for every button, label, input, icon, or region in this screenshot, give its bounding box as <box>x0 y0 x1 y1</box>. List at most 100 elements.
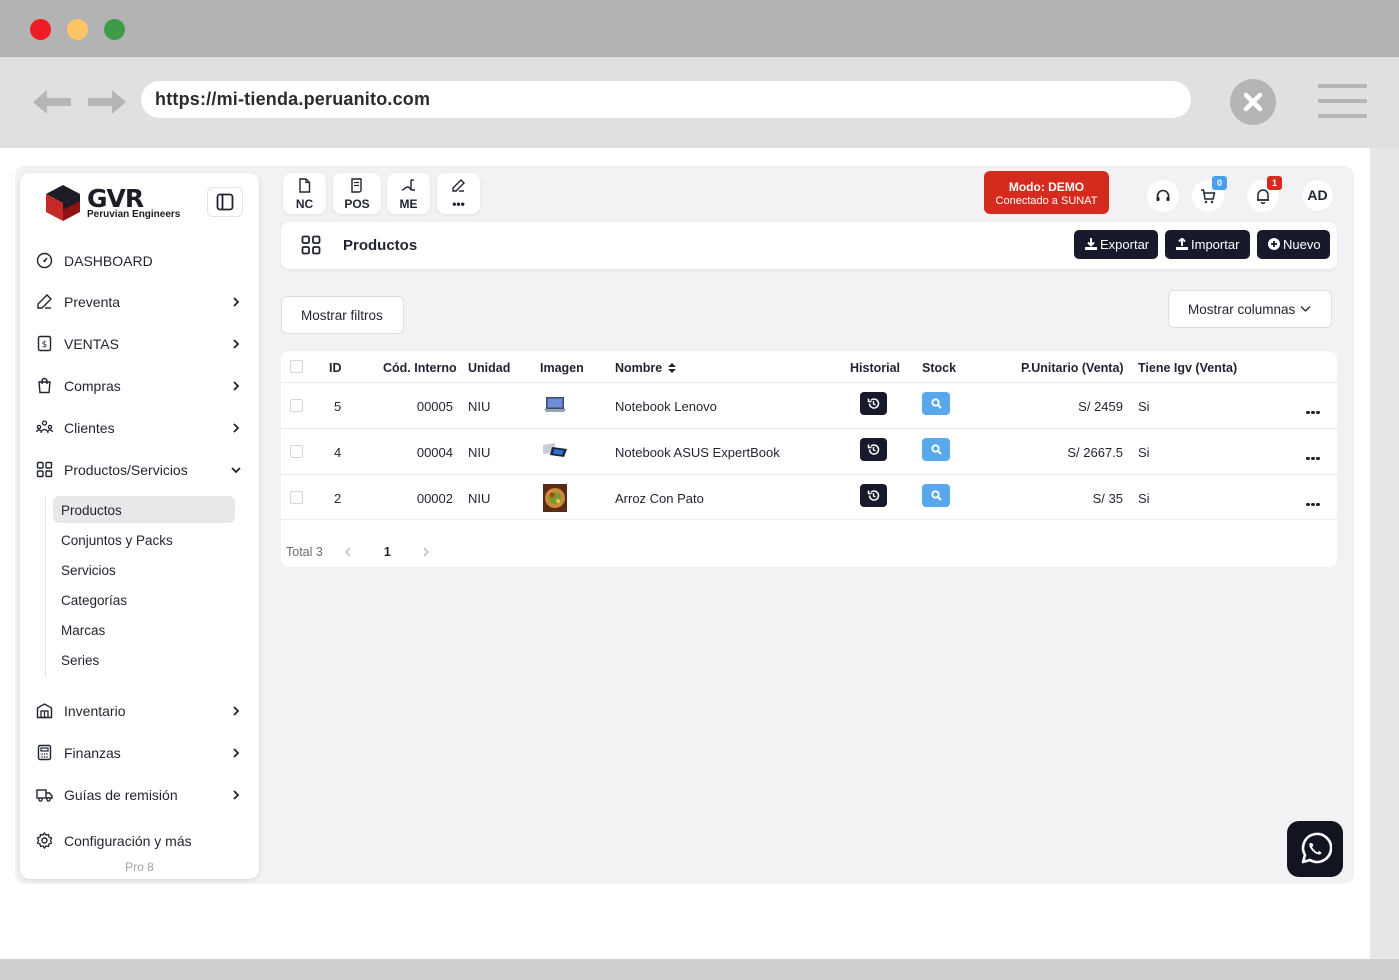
column-header-unidad[interactable]: Unidad <box>468 361 510 375</box>
select-all-checkbox[interactable] <box>290 360 303 373</box>
submenu-item-productos[interactable]: Productos <box>53 496 235 523</box>
quick-action-label: NC <box>295 197 314 211</box>
browser-menu-icon[interactable] <box>1318 84 1367 118</box>
chevron-right-icon <box>233 790 240 800</box>
chevron-right-icon <box>233 339 240 349</box>
sidebar-item-guias-remision[interactable]: Guías de remisión <box>20 780 259 810</box>
submenu-item-conjuntos-packs[interactable]: Conjuntos y Packs <box>53 526 235 553</box>
cart-button[interactable]: 0 <box>1192 176 1227 212</box>
history-button[interactable] <box>860 392 887 415</box>
whatsapp-chat-button[interactable] <box>1287 821 1343 877</box>
column-header-historial[interactable]: Historial <box>850 361 900 375</box>
column-header-stock[interactable]: Stock <box>922 361 956 375</box>
chevron-left-icon[interactable] <box>344 547 352 557</box>
row-more-options-icon[interactable] <box>1306 401 1322 414</box>
sidebar-item-productos-servicios[interactable]: Productos/Servicios <box>20 455 259 485</box>
page-title: Productos <box>343 237 418 254</box>
cell-codigo: 00004 <box>416 445 453 460</box>
column-header-nombre[interactable]: Nombre <box>615 361 676 375</box>
column-header-nombre-label: Nombre <box>615 361 663 375</box>
history-button[interactable] <box>860 438 887 461</box>
laptop-thumbnail[interactable] <box>542 391 568 421</box>
show-columns-label: Mostrar columnas <box>1188 302 1296 317</box>
chevron-right-icon <box>233 706 240 716</box>
forward-arrow-icon[interactable] <box>86 88 126 116</box>
sidebar-item-label: Guías de remisión <box>64 787 178 803</box>
quick-action-nc[interactable]: NC <box>283 173 326 214</box>
import-button[interactable]: Importar <box>1165 230 1250 259</box>
truck-icon <box>36 789 53 802</box>
address-bar[interactable]: https://mi-tienda.peruanito.com <box>141 81 1191 118</box>
row-more-options-icon[interactable] <box>1306 447 1322 460</box>
cell-id: 5 <box>334 399 342 414</box>
export-button[interactable]: Exportar <box>1074 230 1158 259</box>
chevron-right-icon <box>233 381 240 391</box>
submenu-item-marcas[interactable]: Marcas <box>53 616 235 643</box>
row-more-options-icon[interactable] <box>1306 493 1322 506</box>
submenu-item-series[interactable]: Series <box>53 646 235 673</box>
back-arrow-icon[interactable] <box>33 88 73 116</box>
sidebar-item-label: Finanzas <box>64 745 121 761</box>
svg-text:$: $ <box>42 340 48 350</box>
sidebar-item-preventa[interactable]: Preventa <box>20 287 259 317</box>
scrollbar-track[interactable] <box>1370 148 1399 960</box>
history-button[interactable] <box>860 484 887 507</box>
quick-action-pos[interactable]: POS <box>333 173 381 214</box>
sidebar-item-configuracion[interactable]: Configuración y más <box>20 826 259 856</box>
company-logo[interactable]: GVR Peruvian Engineers <box>44 183 194 223</box>
row-checkbox[interactable] <box>290 399 303 412</box>
total-count: Total 3 <box>286 545 323 559</box>
submenu-item-categorias[interactable]: Categorías <box>53 586 235 613</box>
sidebar-item-inventario[interactable]: Inventario <box>20 696 259 726</box>
users-icon <box>36 420 53 434</box>
sidebar-item-compras[interactable]: Compras <box>20 371 259 401</box>
close-window-dot[interactable] <box>30 19 51 40</box>
dashboard-gauge-icon <box>36 252 53 269</box>
close-tab-button[interactable] <box>1230 79 1276 125</box>
quick-action-more[interactable]: ••• <box>437 173 480 214</box>
column-header-igv[interactable]: Tiene Igv (Venta) <box>1138 361 1237 375</box>
sidebar-item-label: VENTAS <box>64 336 119 352</box>
stock-search-button[interactable] <box>922 438 950 461</box>
cell-igv: Si <box>1138 491 1150 506</box>
table-row[interactable]: 5 00005 NIU Notebook Lenovo S/ 2459 Si <box>281 382 1337 428</box>
notifications-button[interactable]: 1 <box>1247 176 1282 212</box>
cell-precio: S/ 2667.5 <box>1067 445 1123 460</box>
column-header-precio[interactable]: P.Unitario (Venta) <box>1021 361 1124 375</box>
column-header-codigo[interactable]: Cód. Interno <box>383 361 457 375</box>
sidebar-item-label: DASHBOARD <box>64 253 153 269</box>
maximize-window-dot[interactable] <box>104 19 125 40</box>
row-checkbox[interactable] <box>290 445 303 458</box>
sidebar-toggle-button[interactable] <box>207 187 243 217</box>
support-button[interactable] <box>1147 180 1179 212</box>
demo-mode-badge[interactable]: Modo: DEMO Conectado a SUNAT <box>984 171 1109 214</box>
row-checkbox[interactable] <box>290 491 303 504</box>
food-thumbnail[interactable] <box>542 483 568 513</box>
sidebar-item-finanzas[interactable]: Finanzas <box>20 738 259 768</box>
sidebar-item-dashboard[interactable]: DASHBOARD <box>20 246 259 276</box>
quick-action-me[interactable]: ME <box>387 173 430 214</box>
sidebar-item-ventas[interactable]: $ VENTAS <box>20 329 259 359</box>
laptop-thumbnail[interactable] <box>542 437 568 467</box>
submenu-item-servicios[interactable]: Servicios <box>53 556 235 583</box>
search-icon <box>931 444 942 455</box>
page-number-current[interactable]: 1 <box>384 545 391 559</box>
new-button[interactable]: Nuevo <box>1257 230 1330 259</box>
close-icon <box>1243 92 1263 112</box>
minimize-window-dot[interactable] <box>67 19 88 40</box>
chevron-right-icon[interactable] <box>422 547 430 557</box>
show-columns-dropdown[interactable]: Mostrar columnas <box>1168 290 1332 328</box>
stock-search-button[interactable] <box>922 392 950 415</box>
demo-mode-title: Modo: DEMO <box>1008 180 1085 194</box>
stock-search-button[interactable] <box>922 484 950 507</box>
show-filters-button[interactable]: Mostrar filtros <box>281 296 404 334</box>
chevron-down-icon <box>1300 306 1311 312</box>
sidebar-item-clientes[interactable]: Clientes <box>20 413 259 443</box>
table-row[interactable]: 2 00002 NIU Arroz Con Pato S/ 35 Si <box>281 474 1337 520</box>
submenu-item-label: Servicios <box>61 563 116 578</box>
url-text: https://mi-tienda.peruanito.com <box>155 89 431 109</box>
user-avatar[interactable]: AD <box>1301 179 1334 212</box>
column-header-imagen[interactable]: Imagen <box>540 361 584 375</box>
table-row[interactable]: 4 00004 NIU Notebook ASUS ExpertBook S/ … <box>281 428 1337 474</box>
column-header-id[interactable]: ID <box>329 361 342 375</box>
